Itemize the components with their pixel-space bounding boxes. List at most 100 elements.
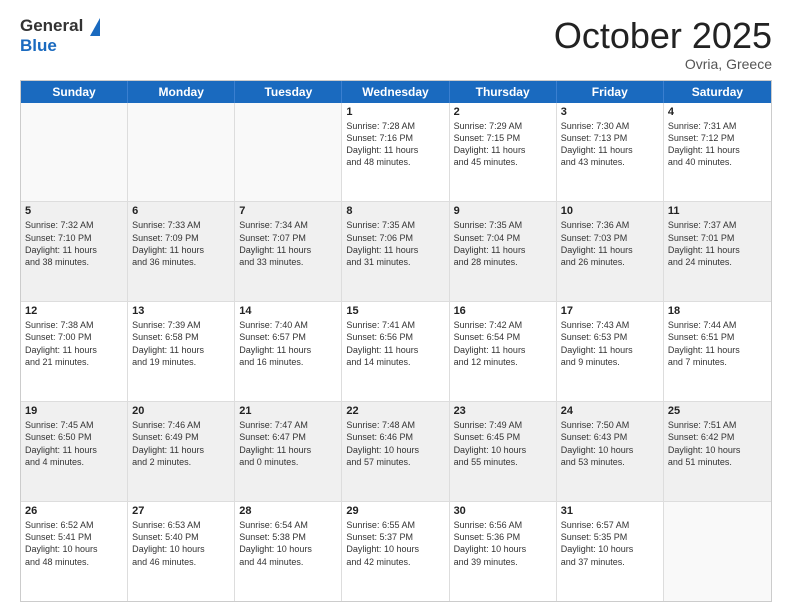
day-number: 14	[239, 305, 337, 317]
day-number: 21	[239, 405, 337, 417]
cell-info: Sunrise: 7:50 AM Sunset: 6:43 PM Dayligh…	[561, 419, 659, 468]
day-number: 6	[132, 205, 230, 217]
calendar-week-3: 12 Sunrise: 7:38 AM Sunset: 7:00 PM Dayli…	[21, 302, 771, 402]
day-number: 9	[454, 205, 552, 217]
cell-info: Sunrise: 6:55 AM Sunset: 5:37 PM Dayligh…	[346, 519, 444, 568]
cell-info: Sunrise: 7:47 AM Sunset: 6:47 PM Dayligh…	[239, 419, 337, 468]
calendar-cell-w4-d2: 20 Sunrise: 7:46 AM Sunset: 6:49 PM Dayli…	[128, 402, 235, 501]
cell-info: Sunrise: 7:38 AM Sunset: 7:00 PM Dayligh…	[25, 319, 123, 368]
calendar-cell-w3-d4: 15 Sunrise: 7:41 AM Sunset: 6:56 PM Dayli…	[342, 302, 449, 401]
logo: General Blue	[20, 16, 100, 56]
calendar-cell-w2-d6: 10Sunrise: 7:36 AM Sunset: 7:03 PM Dayli…	[557, 202, 664, 301]
calendar-cell-w4-d1: 19Sunrise: 7:45 AM Sunset: 6:50 PM Dayli…	[21, 402, 128, 501]
weekday-monday: Monday	[128, 81, 235, 103]
logo-triangle-icon	[90, 18, 100, 36]
cell-info: Sunrise: 7:37 AM Sunset: 7:01 PM Dayligh…	[668, 219, 767, 268]
calendar-cell-w4-d4: 22Sunrise: 7:48 AM Sunset: 6:46 PM Dayli…	[342, 402, 449, 501]
cell-info: Sunrise: 6:52 AM Sunset: 5:41 PM Dayligh…	[25, 519, 123, 568]
calendar-cell-w5-d6: 31Sunrise: 6:57 AM Sunset: 5:35 PM Dayli…	[557, 502, 664, 601]
day-number: 30	[454, 505, 552, 517]
day-number: 4	[668, 106, 767, 118]
cell-info: Sunrise: 7:39 AM Sunset: 6:58 PM Dayligh…	[132, 319, 230, 368]
calendar-body: 1 Sunrise: 7:28 AM Sunset: 7:16 PM Daylig…	[21, 103, 771, 601]
calendar-cell-w3-d7: 18 Sunrise: 7:44 AM Sunset: 6:51 PM Dayli…	[664, 302, 771, 401]
weekday-tuesday: Tuesday	[235, 81, 342, 103]
calendar-cell-w1-d7: 4 Sunrise: 7:31 AM Sunset: 7:12 PM Daylig…	[664, 103, 771, 202]
day-number: 27	[132, 505, 230, 517]
day-number: 12	[25, 305, 123, 317]
cell-info: Sunrise: 7:29 AM Sunset: 7:15 PM Dayligh…	[454, 120, 552, 169]
day-number: 2	[454, 106, 552, 118]
calendar-cell-w3-d3: 14 Sunrise: 7:40 AM Sunset: 6:57 PM Dayli…	[235, 302, 342, 401]
cell-info: Sunrise: 7:43 AM Sunset: 6:53 PM Dayligh…	[561, 319, 659, 368]
cell-info: Sunrise: 7:34 AM Sunset: 7:07 PM Dayligh…	[239, 219, 337, 268]
cell-info: Sunrise: 7:44 AM Sunset: 6:51 PM Dayligh…	[668, 319, 767, 368]
calendar-header: Sunday Monday Tuesday Wednesday Thursday…	[21, 81, 771, 103]
cell-info: Sunrise: 7:46 AM Sunset: 6:49 PM Dayligh…	[132, 419, 230, 468]
cell-info: Sunrise: 7:31 AM Sunset: 7:12 PM Dayligh…	[668, 120, 767, 169]
calendar-cell-w4-d6: 24 Sunrise: 7:50 AM Sunset: 6:43 PM Dayli…	[557, 402, 664, 501]
calendar-cell-w1-d3	[235, 103, 342, 202]
cell-info: Sunrise: 7:41 AM Sunset: 6:56 PM Dayligh…	[346, 319, 444, 368]
day-number: 8	[346, 205, 444, 217]
cell-info: Sunrise: 7:28 AM Sunset: 7:16 PM Dayligh…	[346, 120, 444, 169]
cell-info: Sunrise: 7:51 AM Sunset: 6:42 PM Dayligh…	[668, 419, 767, 468]
cell-info: Sunrise: 6:53 AM Sunset: 5:40 PM Dayligh…	[132, 519, 230, 568]
cell-info: Sunrise: 7:40 AM Sunset: 6:57 PM Dayligh…	[239, 319, 337, 368]
cell-info: Sunrise: 7:35 AM Sunset: 7:06 PM Dayligh…	[346, 219, 444, 268]
day-number: 20	[132, 405, 230, 417]
calendar: Sunday Monday Tuesday Wednesday Thursday…	[20, 80, 772, 602]
cell-info: Sunrise: 7:35 AM Sunset: 7:04 PM Dayligh…	[454, 219, 552, 268]
calendar-cell-w5-d4: 29Sunrise: 6:55 AM Sunset: 5:37 PM Dayli…	[342, 502, 449, 601]
calendar-cell-w2-d2: 6Sunrise: 7:33 AM Sunset: 7:09 PM Daylig…	[128, 202, 235, 301]
cell-info: Sunrise: 7:48 AM Sunset: 6:46 PM Dayligh…	[346, 419, 444, 468]
calendar-week-2: 5Sunrise: 7:32 AM Sunset: 7:10 PM Daylig…	[21, 202, 771, 302]
cell-info: Sunrise: 6:54 AM Sunset: 5:38 PM Dayligh…	[239, 519, 337, 568]
calendar-week-5: 26 Sunrise: 6:52 AM Sunset: 5:41 PM Dayli…	[21, 502, 771, 601]
page: General Blue October 2025 Ovria, Greece …	[0, 0, 792, 612]
location: Ovria, Greece	[554, 56, 772, 72]
day-number: 17	[561, 305, 659, 317]
calendar-cell-w4-d5: 23Sunrise: 7:49 AM Sunset: 6:45 PM Dayli…	[450, 402, 557, 501]
calendar-week-1: 1 Sunrise: 7:28 AM Sunset: 7:16 PM Daylig…	[21, 103, 771, 203]
day-number: 24	[561, 405, 659, 417]
day-number: 15	[346, 305, 444, 317]
weekday-thursday: Thursday	[450, 81, 557, 103]
day-number: 28	[239, 505, 337, 517]
cell-info: Sunrise: 7:32 AM Sunset: 7:10 PM Dayligh…	[25, 219, 123, 268]
weekday-wednesday: Wednesday	[342, 81, 449, 103]
calendar-cell-w5-d1: 26 Sunrise: 6:52 AM Sunset: 5:41 PM Dayli…	[21, 502, 128, 601]
cell-info: Sunrise: 7:30 AM Sunset: 7:13 PM Dayligh…	[561, 120, 659, 169]
cell-info: Sunrise: 6:57 AM Sunset: 5:35 PM Dayligh…	[561, 519, 659, 568]
calendar-cell-w1-d2	[128, 103, 235, 202]
day-number: 10	[561, 205, 659, 217]
calendar-cell-w1-d1	[21, 103, 128, 202]
calendar-week-4: 19Sunrise: 7:45 AM Sunset: 6:50 PM Dayli…	[21, 402, 771, 502]
logo-blue: Blue	[20, 36, 100, 56]
calendar-cell-w3-d1: 12 Sunrise: 7:38 AM Sunset: 7:00 PM Dayli…	[21, 302, 128, 401]
calendar-cell-w1-d5: 2 Sunrise: 7:29 AM Sunset: 7:15 PM Daylig…	[450, 103, 557, 202]
day-number: 13	[132, 305, 230, 317]
calendar-cell-w5-d2: 27 Sunrise: 6:53 AM Sunset: 5:40 PM Dayli…	[128, 502, 235, 601]
month-title: October 2025	[554, 16, 772, 56]
calendar-cell-w2-d3: 7 Sunrise: 7:34 AM Sunset: 7:07 PM Daylig…	[235, 202, 342, 301]
calendar-cell-w5-d3: 28 Sunrise: 6:54 AM Sunset: 5:38 PM Dayli…	[235, 502, 342, 601]
day-number: 26	[25, 505, 123, 517]
day-number: 23	[454, 405, 552, 417]
calendar-cell-w2-d7: 11Sunrise: 7:37 AM Sunset: 7:01 PM Dayli…	[664, 202, 771, 301]
weekday-saturday: Saturday	[664, 81, 771, 103]
calendar-cell-w2-d1: 5Sunrise: 7:32 AM Sunset: 7:10 PM Daylig…	[21, 202, 128, 301]
day-number: 18	[668, 305, 767, 317]
calendar-cell-w3-d2: 13 Sunrise: 7:39 AM Sunset: 6:58 PM Dayli…	[128, 302, 235, 401]
logo-general: General	[20, 16, 83, 35]
day-number: 19	[25, 405, 123, 417]
day-number: 1	[346, 106, 444, 118]
calendar-cell-w2-d5: 9 Sunrise: 7:35 AM Sunset: 7:04 PM Daylig…	[450, 202, 557, 301]
calendar-cell-w5-d7	[664, 502, 771, 601]
calendar-cell-w4-d3: 21 Sunrise: 7:47 AM Sunset: 6:47 PM Dayli…	[235, 402, 342, 501]
day-number: 16	[454, 305, 552, 317]
calendar-cell-w5-d5: 30Sunrise: 6:56 AM Sunset: 5:36 PM Dayli…	[450, 502, 557, 601]
cell-info: Sunrise: 7:42 AM Sunset: 6:54 PM Dayligh…	[454, 319, 552, 368]
day-number: 7	[239, 205, 337, 217]
calendar-cell-w1-d4: 1 Sunrise: 7:28 AM Sunset: 7:16 PM Daylig…	[342, 103, 449, 202]
